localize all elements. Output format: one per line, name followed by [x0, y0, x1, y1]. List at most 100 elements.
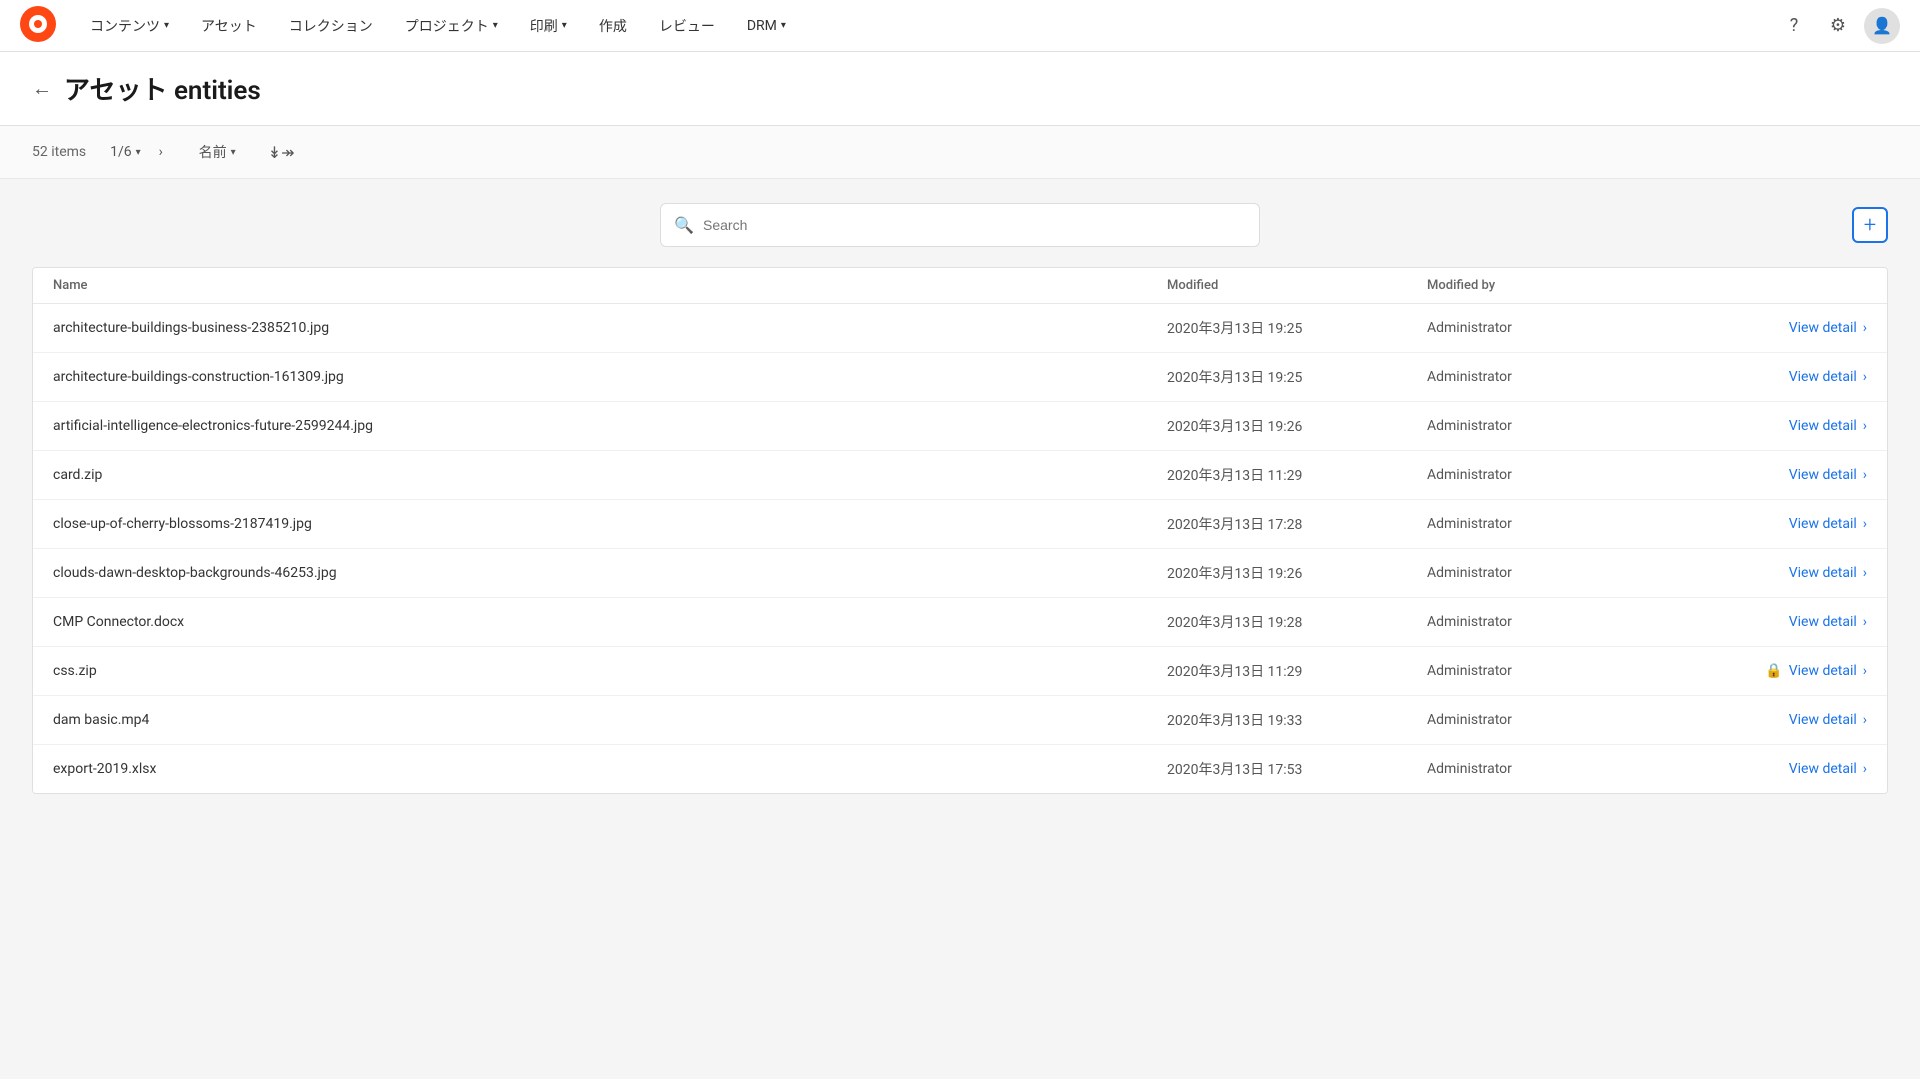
view-detail-link[interactable]: View detail [1789, 565, 1857, 581]
row-chevron-icon[interactable]: › [1863, 712, 1867, 728]
table-row: close-up-of-cherry-blossoms-2187419.jpg … [33, 500, 1887, 549]
next-page-button[interactable]: › [147, 138, 175, 166]
cell-modified-by: Administrator [1427, 516, 1687, 532]
cell-action: View detail › [1687, 418, 1867, 434]
view-detail-link[interactable]: View detail [1789, 761, 1857, 777]
page-dropdown-icon: ▾ [136, 147, 141, 158]
cell-modified: 2020年3月13日 17:28 [1167, 514, 1427, 534]
cell-action: View detail › [1687, 467, 1867, 483]
add-button[interactable]: + [1852, 207, 1888, 243]
view-detail-link[interactable]: View detail [1789, 467, 1857, 483]
nav-item-create[interactable]: 作成 [585, 10, 641, 42]
nav-item-collections[interactable]: コレクション [275, 10, 387, 42]
search-input[interactable] [660, 203, 1260, 247]
table-row: css.zip 2020年3月13日 11:29 Administrator 🔒… [33, 647, 1887, 696]
row-chevron-icon[interactable]: › [1863, 663, 1867, 679]
cell-name: dam basic.mp4 [53, 712, 1167, 728]
view-detail-link[interactable]: View detail [1789, 516, 1857, 532]
cell-name: clouds-dawn-desktop-backgrounds-46253.jp… [53, 565, 1167, 581]
view-detail-link[interactable]: View detail [1789, 712, 1857, 728]
table-row: artificial-intelligence-electronics-futu… [33, 402, 1887, 451]
table-row: card.zip 2020年3月13日 11:29 Administrator … [33, 451, 1887, 500]
page-selector[interactable]: 1/6 ▾ [110, 144, 141, 160]
table-rows: architecture-buildings-business-2385210.… [33, 304, 1887, 793]
table-row: dam basic.mp4 2020年3月13日 19:33 Administr… [33, 696, 1887, 745]
toolbar: 52 items 1/6 ▾ › 名前 ▾ ↡↠ [0, 126, 1920, 179]
cell-modified-by: Administrator [1427, 565, 1687, 581]
assets-table: Name Modified Modified by architecture-b… [32, 267, 1888, 794]
table-row: CMP Connector.docx 2020年3月13日 19:28 Admi… [33, 598, 1887, 647]
cell-name: export-2019.xlsx [53, 761, 1167, 777]
table-row: architecture-buildings-business-2385210.… [33, 304, 1887, 353]
cell-name: architecture-buildings-construction-1613… [53, 369, 1167, 385]
cell-modified: 2020年3月13日 11:29 [1167, 661, 1427, 681]
view-detail-link[interactable]: View detail [1789, 320, 1857, 336]
cell-modified: 2020年3月13日 17:53 [1167, 759, 1427, 779]
row-chevron-icon[interactable]: › [1863, 467, 1867, 483]
lock-icon: 🔒 [1765, 663, 1782, 679]
back-button[interactable]: ← [32, 76, 52, 101]
cell-modified-by: Administrator [1427, 761, 1687, 777]
cell-action: View detail › [1687, 320, 1867, 336]
cell-modified-by: Administrator [1427, 663, 1687, 679]
view-detail-link[interactable]: View detail [1789, 614, 1857, 630]
cell-name: architecture-buildings-business-2385210.… [53, 320, 1167, 336]
table-row: clouds-dawn-desktop-backgrounds-46253.jp… [33, 549, 1887, 598]
cell-name: close-up-of-cherry-blossoms-2187419.jpg [53, 516, 1167, 532]
user-avatar[interactable]: 👤 [1864, 8, 1900, 44]
plus-icon: + [1864, 213, 1876, 238]
row-chevron-icon[interactable]: › [1863, 565, 1867, 581]
column-header-action [1687, 278, 1867, 293]
chevron-right-icon: › [159, 144, 163, 160]
cell-modified-by: Administrator [1427, 467, 1687, 483]
nav-item-print[interactable]: 印刷 ▾ [516, 10, 581, 42]
row-chevron-icon[interactable]: › [1863, 761, 1867, 777]
sort-order-button[interactable]: ↡↠ [260, 139, 303, 166]
cell-name: css.zip [53, 663, 1167, 679]
page-header: ← アセット entities [0, 52, 1920, 126]
cell-modified-by: Administrator [1427, 712, 1687, 728]
nav-item-drm[interactable]: DRM ▾ [733, 12, 800, 40]
cell-modified: 2020年3月13日 19:25 [1167, 367, 1427, 387]
cell-action: View detail › [1687, 761, 1867, 777]
cell-name: CMP Connector.docx [53, 614, 1167, 630]
sort-dropdown-icon: ▾ [231, 147, 236, 158]
view-detail-link[interactable]: View detail [1789, 369, 1857, 385]
cell-modified: 2020年3月13日 11:29 [1167, 465, 1427, 485]
column-header-modified: Modified [1167, 278, 1427, 293]
cell-modified-by: Administrator [1427, 418, 1687, 434]
back-arrow-icon: ← [32, 76, 52, 101]
top-navigation: コンテンツ ▾ アセット コレクション プロジェクト ▾ 印刷 ▾ 作成 レビュ… [0, 0, 1920, 52]
view-detail-link[interactable]: View detail [1789, 418, 1857, 434]
cell-modified: 2020年3月13日 19:26 [1167, 416, 1427, 436]
sort-by-name-button[interactable]: 名前 ▾ [191, 138, 244, 166]
cell-name: artificial-intelligence-electronics-futu… [53, 418, 1167, 434]
nav-item-projects[interactable]: プロジェクト ▾ [391, 10, 512, 42]
cell-action: View detail › [1687, 565, 1867, 581]
cell-modified-by: Administrator [1427, 320, 1687, 336]
nav-item-review[interactable]: レビュー [645, 10, 729, 42]
cell-action: View detail › [1687, 516, 1867, 532]
row-chevron-icon[interactable]: › [1863, 320, 1867, 336]
nav-item-contents[interactable]: コンテンツ ▾ [76, 10, 183, 42]
cell-modified: 2020年3月13日 19:25 [1167, 318, 1427, 338]
table-row: export-2019.xlsx 2020年3月13日 17:53 Admini… [33, 745, 1887, 793]
row-chevron-icon[interactable]: › [1863, 369, 1867, 385]
app-logo[interactable] [20, 6, 76, 46]
row-chevron-icon[interactable]: › [1863, 516, 1867, 532]
table-header: Name Modified Modified by [33, 268, 1887, 304]
row-chevron-icon[interactable]: › [1863, 418, 1867, 434]
page-title: アセット entities [64, 70, 261, 107]
cell-name: card.zip [53, 467, 1167, 483]
gear-icon: ⚙ [1830, 15, 1846, 36]
help-button[interactable]: ? [1776, 8, 1812, 44]
view-detail-link[interactable]: View detail [1789, 663, 1857, 679]
search-container: 🔍 + [32, 203, 1888, 247]
cell-modified-by: Administrator [1427, 614, 1687, 630]
row-chevron-icon[interactable]: › [1863, 614, 1867, 630]
cell-action: View detail › [1687, 712, 1867, 728]
column-header-modified-by: Modified by [1427, 278, 1687, 293]
settings-button[interactable]: ⚙ [1820, 8, 1856, 44]
nav-item-assets[interactable]: アセット [187, 10, 271, 42]
chevron-down-icon: ▾ [164, 20, 169, 31]
